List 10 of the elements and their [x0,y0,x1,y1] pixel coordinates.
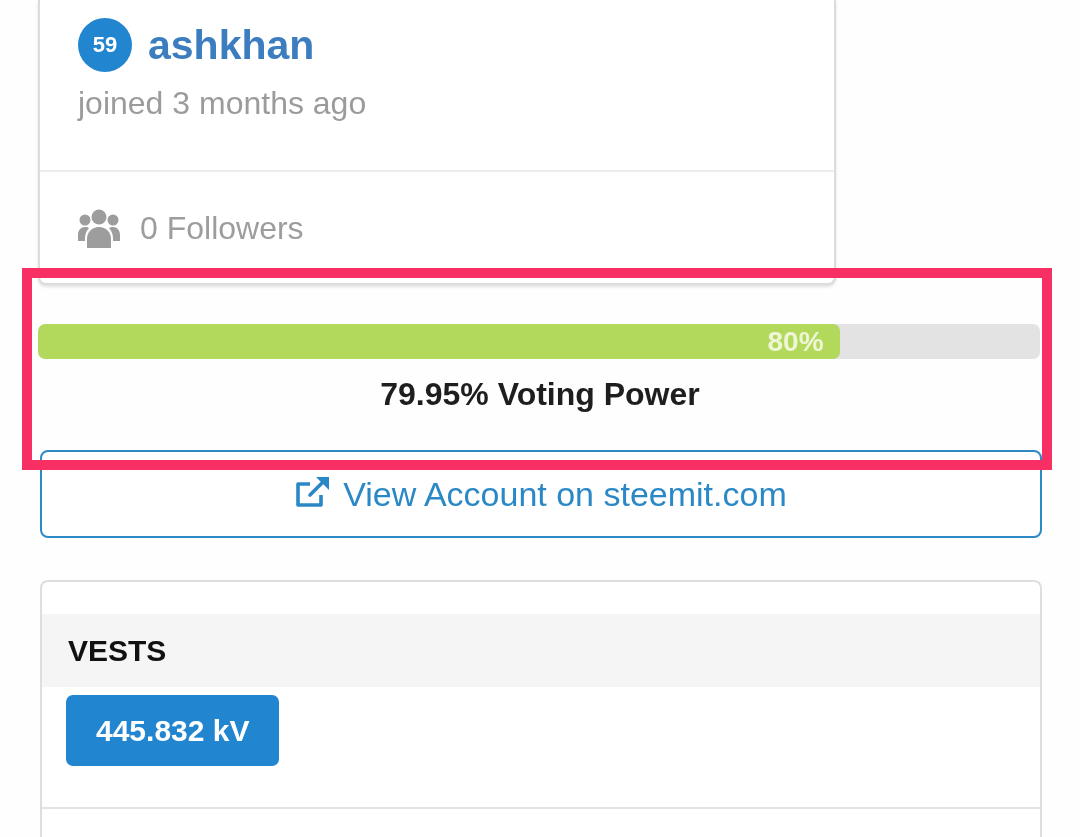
vests-value-label: 445.832 kV [66,695,280,766]
followers-count: 0 Followers [140,208,304,248]
external-link-icon [295,475,332,507]
users-icon [78,207,120,248]
progress-percent: 80% [767,325,824,358]
section-header: VESTS [42,614,1040,687]
username-link[interactable]: ashkhan [148,17,315,73]
reputation-badge: 59 [78,18,132,72]
joined-date: joined 3 months ago [78,84,368,123]
voting-power-caption: 79.95% Voting Power [379,375,701,414]
